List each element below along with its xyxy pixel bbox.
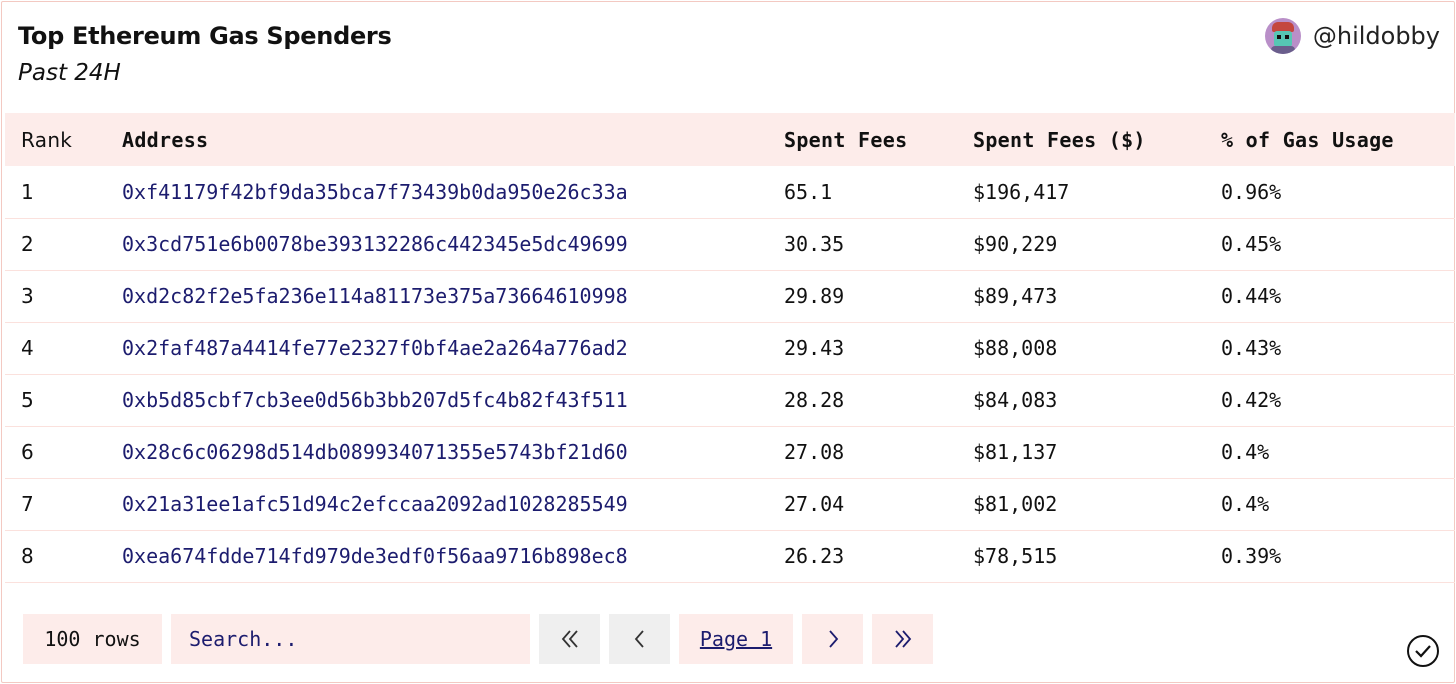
gas-usage-cell: 0.42% bbox=[1221, 388, 1282, 412]
spent-fees-usd-cell: $196,417 bbox=[973, 179, 1070, 204]
gas-usage-cell: 0.96% bbox=[1221, 179, 1282, 204]
column-header-address[interactable]: Address bbox=[106, 113, 768, 166]
rank-cell: 2 bbox=[21, 232, 34, 256]
column-header-gas-usage[interactable]: % of Gas Usage bbox=[1205, 113, 1455, 166]
column-header-spent-fees-usd[interactable]: Spent Fees ($) bbox=[957, 113, 1205, 166]
table-row: 7 0x21a31ee1afc51d94c2efccaa2092ad1028285… bbox=[5, 478, 1455, 530]
table-row: 8 0xea674fdde714fd979de3edf0f56aa9716b898… bbox=[5, 530, 1455, 582]
spent-fees-usd-cell: $81,002 bbox=[973, 492, 1058, 516]
address-link[interactable]: 0xea674fdde714fd979de3edf0f56aa9716b898e… bbox=[106, 530, 768, 582]
rank-cell: 8 bbox=[21, 544, 34, 568]
last-page-button[interactable] bbox=[872, 614, 933, 664]
address-link[interactable]: 0x3cd751e6b0078be393132286c442345e5dc496… bbox=[106, 218, 768, 270]
rank-cell: 4 bbox=[21, 336, 34, 360]
gas-usage-cell: 0.4% bbox=[1221, 440, 1270, 464]
rows-per-page-button[interactable]: 100 rows bbox=[23, 614, 162, 664]
next-page-button[interactable] bbox=[802, 614, 863, 664]
widget-title: Top Ethereum Gas Spenders bbox=[18, 22, 392, 50]
table-row: 3 0xd2c82f2e5fa236e114a81173e375a73664610… bbox=[5, 270, 1455, 322]
rank-cell: 6 bbox=[21, 440, 34, 464]
current-page-button[interactable]: Page 1 bbox=[679, 614, 793, 664]
search-input[interactable] bbox=[171, 614, 530, 664]
address-link[interactable]: 0x28c6c06298d514db089934071355e5743bf21d… bbox=[106, 426, 768, 478]
double-chevron-left-icon bbox=[561, 630, 578, 648]
spent-fees-cell: 29.43 bbox=[784, 336, 845, 360]
rank-cell: 5 bbox=[21, 388, 34, 412]
spent-fees-cell: 65.1 bbox=[784, 179, 833, 204]
column-header-rank[interactable]: Rank bbox=[5, 113, 106, 166]
table-row: 4 0x2faf487a4414fe77e2327f0bf4ae2a264a776… bbox=[5, 322, 1455, 374]
previous-page-button[interactable] bbox=[609, 614, 670, 664]
spent-fees-usd-cell: $89,473 bbox=[973, 284, 1058, 308]
gas-usage-cell: 0.43% bbox=[1221, 336, 1282, 360]
table-body: 1 0xf41179f42bf9da35bca7f73439b0da950e26c… bbox=[5, 166, 1455, 582]
spent-fees-cell: 29.89 bbox=[784, 284, 845, 308]
double-chevron-right-icon bbox=[894, 630, 911, 648]
spent-fees-usd-cell: $84,083 bbox=[973, 388, 1058, 412]
rank-cell: 1 bbox=[21, 179, 34, 204]
spent-fees-usd-cell: $88,008 bbox=[973, 336, 1058, 360]
chevron-left-icon bbox=[634, 630, 644, 648]
gas-usage-cell: 0.39% bbox=[1221, 544, 1282, 568]
gas-usage-cell: 0.45% bbox=[1221, 232, 1282, 256]
spent-fees-usd-cell: $81,137 bbox=[973, 440, 1058, 464]
table-row: 5 0xb5d85cbf7cb3ee0d56b3bb207d5fc4b82f43f… bbox=[5, 374, 1455, 426]
table-row: 1 0xf41179f42bf9da35bca7f73439b0da950e26c… bbox=[5, 166, 1455, 218]
rank-cell: 7 bbox=[21, 492, 34, 516]
gas-usage-cell: 0.44% bbox=[1221, 284, 1282, 308]
gas-spenders-table: Rank Address Spent Fees Spent Fees ($) %… bbox=[5, 113, 1455, 583]
table-header-row: Rank Address Spent Fees Spent Fees ($) %… bbox=[5, 113, 1455, 166]
address-link[interactable]: 0xb5d85cbf7cb3ee0d56b3bb207d5fc4b82f43f5… bbox=[106, 374, 768, 426]
spent-fees-cell: 28.28 bbox=[784, 388, 845, 412]
widget-subtitle: Past 24H bbox=[18, 60, 121, 86]
widget-frame: Top Ethereum Gas Spenders Past 24H @hild… bbox=[1, 1, 1455, 683]
spent-fees-cell: 27.04 bbox=[784, 492, 845, 516]
address-link[interactable]: 0xf41179f42bf9da35bca7f73439b0da950e26c3… bbox=[106, 166, 768, 218]
address-link[interactable]: 0x21a31ee1afc51d94c2efccaa2092ad10282855… bbox=[106, 478, 768, 530]
spent-fees-usd-cell: $78,515 bbox=[973, 544, 1058, 568]
table-footer: 100 rows Page 1 bbox=[23, 614, 933, 664]
avatar bbox=[1264, 18, 1301, 54]
spent-fees-cell: 30.35 bbox=[784, 232, 845, 256]
table-row: 2 0x3cd751e6b0078be393132286c442345e5dc49… bbox=[5, 218, 1455, 270]
spent-fees-cell: 26.23 bbox=[784, 544, 845, 568]
address-link[interactable]: 0xd2c82f2e5fa236e114a81173e375a736646109… bbox=[106, 270, 768, 322]
author-badge[interactable]: @hildobby bbox=[1264, 18, 1440, 54]
check-circle-icon bbox=[1407, 635, 1439, 667]
rank-cell: 3 bbox=[21, 284, 34, 308]
spent-fees-cell: 27.08 bbox=[784, 440, 845, 464]
author-name: @hildobby bbox=[1312, 22, 1440, 50]
first-page-button[interactable] bbox=[539, 614, 600, 664]
gas-usage-cell: 0.4% bbox=[1221, 492, 1270, 516]
chevron-right-icon bbox=[828, 630, 838, 648]
table-row: 6 0x28c6c06298d514db089934071355e5743bf21… bbox=[5, 426, 1455, 478]
spent-fees-usd-cell: $90,229 bbox=[973, 232, 1058, 256]
column-header-spent-fees[interactable]: Spent Fees bbox=[768, 113, 957, 166]
address-link[interactable]: 0x2faf487a4414fe77e2327f0bf4ae2a264a776a… bbox=[106, 322, 768, 374]
